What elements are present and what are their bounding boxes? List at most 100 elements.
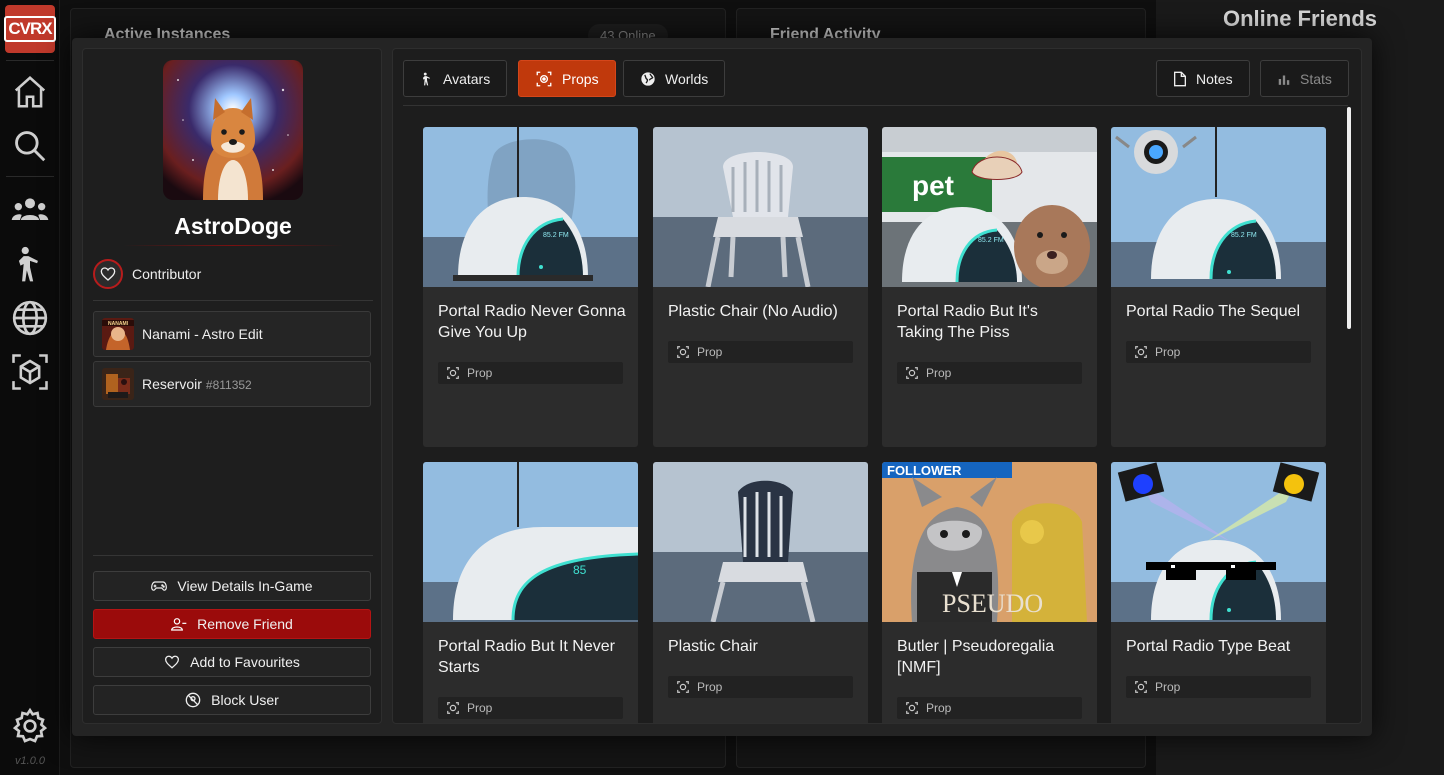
prop-thumbnail: 85.2 FM bbox=[1111, 127, 1326, 287]
app-logo[interactable]: CVRX bbox=[4, 5, 56, 53]
prop-type-tag: Prop bbox=[438, 697, 623, 719]
svg-text:85.2 FM: 85.2 FM bbox=[1231, 232, 1257, 239]
props-icon bbox=[447, 702, 459, 714]
globe-icon bbox=[641, 71, 655, 86]
heart-badge-icon bbox=[93, 259, 123, 289]
prop-type-label: Prop bbox=[926, 366, 952, 380]
prop-type-tag: Prop bbox=[668, 676, 853, 698]
nav-rail: CVRX v1.0.0 bbox=[0, 0, 60, 775]
props-icon[interactable] bbox=[8, 350, 52, 394]
heart-icon bbox=[165, 655, 180, 669]
settings-icon[interactable] bbox=[8, 704, 52, 748]
group-name: Nanami - Astro Edit bbox=[142, 326, 263, 342]
online-friends-title: Online Friends bbox=[1222, 6, 1378, 31]
worlds-icon[interactable] bbox=[8, 296, 52, 340]
friends-icon[interactable] bbox=[8, 188, 52, 232]
profile-sidebar: AstroDoge Contributor NANAMI Nanami - As… bbox=[82, 48, 382, 724]
user-avatar bbox=[163, 60, 303, 200]
group-tag: #811352 bbox=[205, 378, 252, 392]
prop-card[interactable]: pet 85.2 FM Portal Radio But It's Taking… bbox=[882, 127, 1097, 447]
prop-title: Plastic Chair bbox=[668, 638, 758, 655]
user-profile-modal: AstroDoge Contributor NANAMI Nanami - As… bbox=[72, 38, 1372, 736]
search-icon[interactable] bbox=[8, 124, 52, 168]
props-icon bbox=[677, 681, 689, 693]
prop-thumbnail: pet 85.2 FM bbox=[882, 127, 1097, 287]
gamepad-icon bbox=[151, 581, 168, 591]
svg-text:85.2 FM: 85.2 FM bbox=[543, 232, 569, 239]
bar-chart-icon bbox=[1278, 75, 1290, 85]
remove-friend-label: Remove Friend bbox=[197, 616, 293, 632]
block-user-label: Block User bbox=[211, 692, 279, 708]
prop-type-label: Prop bbox=[1155, 345, 1181, 359]
svg-text:85: 85 bbox=[573, 563, 587, 577]
prop-card[interactable]: 85 Portal Radio But It Never Starts Prop bbox=[423, 462, 638, 723]
prop-type-tag: Prop bbox=[897, 362, 1082, 384]
version-label: v1.0.0 bbox=[15, 755, 45, 767]
avatar-icon bbox=[422, 72, 430, 85]
rail-divider bbox=[6, 60, 54, 61]
badge-label: Contributor bbox=[132, 266, 202, 282]
prop-card[interactable]: Plastic Chair Prop bbox=[653, 462, 868, 723]
prop-type-label: Prop bbox=[467, 701, 493, 715]
prop-thumbnail: 85 bbox=[423, 462, 638, 622]
block-user-button[interactable]: Block User bbox=[93, 685, 371, 715]
actions-divider bbox=[93, 555, 373, 556]
prop-thumbnail bbox=[1111, 462, 1326, 622]
prop-type-label: Prop bbox=[1155, 680, 1181, 694]
prop-thumbnail bbox=[653, 462, 868, 622]
prop-thumbnail bbox=[653, 127, 868, 287]
content-panel: Avatars Props Worlds Notes Stats 85.2 FM… bbox=[392, 48, 1362, 724]
tab-worlds[interactable]: Worlds bbox=[623, 60, 726, 97]
prop-card[interactable]: Plastic Chair (No Audio) Prop bbox=[653, 127, 868, 447]
tab-label: Avatars bbox=[443, 70, 491, 87]
tab-avatars[interactable]: Avatars bbox=[403, 60, 508, 97]
svg-text:FOLLOWER: FOLLOWER bbox=[887, 463, 962, 478]
prop-type-tag: Prop bbox=[668, 341, 853, 363]
tab-notes[interactable]: Notes bbox=[1156, 60, 1250, 97]
props-icon bbox=[906, 702, 918, 714]
prop-title: Plastic Chair (No Audio) bbox=[668, 303, 838, 320]
remove-friend-button[interactable]: Remove Friend bbox=[93, 609, 371, 639]
prop-card[interactable]: 85.2 FM Portal Radio Never Gonna Give Yo… bbox=[423, 127, 638, 447]
prop-type-tag: Prop bbox=[1126, 676, 1311, 698]
prop-card[interactable]: 85.2 FM Portal Radio The Sequel Prop bbox=[1111, 127, 1326, 447]
svg-text:NANAMI: NANAMI bbox=[108, 321, 129, 327]
avatar-icon[interactable] bbox=[8, 242, 52, 286]
tab-label: Stats bbox=[1300, 70, 1332, 87]
tab-stats[interactable]: Stats bbox=[1260, 60, 1349, 97]
block-icon bbox=[185, 692, 201, 708]
props-icon bbox=[447, 367, 459, 379]
prop-type-label: Prop bbox=[467, 366, 493, 380]
prop-title: Butler | Pseudoregalia [NMF] bbox=[897, 638, 1055, 676]
username-underline bbox=[123, 245, 343, 246]
prop-card[interactable]: Portal Radio Type Beat Prop bbox=[1111, 462, 1326, 723]
group-name: Reservoir #811352 bbox=[142, 376, 252, 392]
tab-label: Notes bbox=[1196, 70, 1233, 87]
user-minus-icon bbox=[171, 618, 187, 631]
prop-thumbnail: FOLLOWER PSEUDO bbox=[882, 462, 1097, 622]
note-icon bbox=[1174, 71, 1186, 86]
badge-divider bbox=[93, 300, 373, 301]
prop-type-tag: Prop bbox=[438, 362, 623, 384]
svg-text:PSEUDO: PSEUDO bbox=[942, 589, 1043, 618]
group-item[interactable]: Reservoir #811352 bbox=[93, 361, 371, 407]
contributor-badge: Contributor bbox=[93, 256, 373, 292]
prop-type-tag: Prop bbox=[897, 697, 1082, 719]
username: AstroDoge bbox=[174, 213, 292, 239]
group-item[interactable]: NANAMI Nanami - Astro Edit bbox=[93, 311, 371, 357]
group-thumbnail bbox=[102, 368, 134, 400]
props-icon bbox=[906, 367, 918, 379]
content-scrollbar[interactable] bbox=[1347, 107, 1351, 329]
prop-card[interactable]: FOLLOWER PSEUDO Butler | Pseudoregalia [… bbox=[882, 462, 1097, 723]
view-details-button[interactable]: View Details In-Game bbox=[93, 571, 371, 601]
prop-type-label: Prop bbox=[926, 701, 952, 715]
prop-title: Portal Radio Never Gonna Give You Up bbox=[438, 303, 626, 341]
prop-type-label: Prop bbox=[697, 680, 723, 694]
home-icon[interactable] bbox=[8, 70, 52, 114]
prop-title: Portal Radio But It's Taking The Piss bbox=[897, 303, 1038, 341]
tab-divider bbox=[403, 105, 1348, 106]
tab-props[interactable]: Props bbox=[518, 60, 616, 97]
rail-divider bbox=[6, 176, 54, 177]
add-favourites-button[interactable]: Add to Favourites bbox=[93, 647, 371, 677]
prop-type-label: Prop bbox=[697, 345, 723, 359]
